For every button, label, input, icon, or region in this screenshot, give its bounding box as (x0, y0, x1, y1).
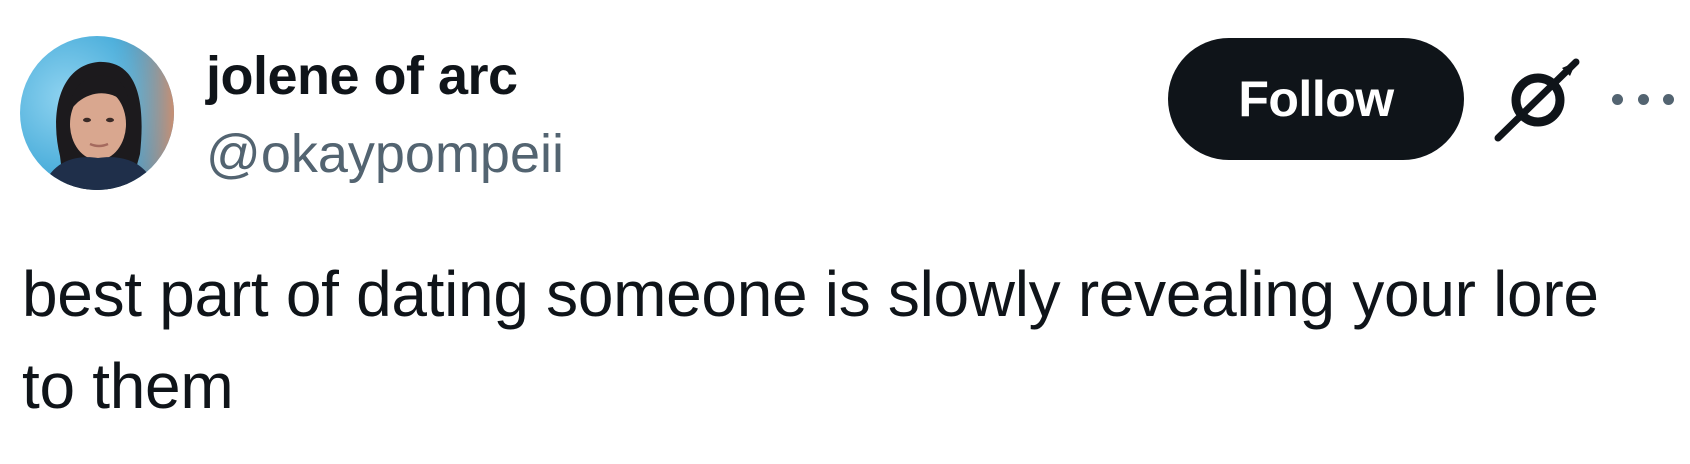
follow-button[interactable]: Follow (1168, 38, 1464, 160)
grok-icon[interactable] (1492, 58, 1582, 142)
more-dot (1663, 93, 1674, 105)
tweet-text: best part of dating someone is slowly re… (22, 258, 1617, 422)
user-handle[interactable]: @okaypompeii (206, 122, 564, 186)
tweet-card: jolene of arc @okaypompeii Follow best p… (0, 0, 1690, 464)
more-icon[interactable] (1612, 88, 1674, 110)
avatar[interactable] (20, 36, 174, 190)
display-name[interactable]: jolene of arc (206, 44, 518, 108)
avatar-photo (20, 36, 174, 190)
more-dot (1637, 93, 1649, 105)
more-dot (1612, 93, 1623, 105)
